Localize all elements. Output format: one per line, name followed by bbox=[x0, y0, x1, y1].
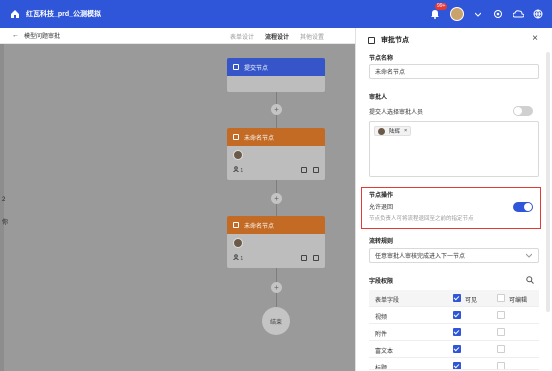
form-name: 模型问题审批 bbox=[24, 34, 61, 40]
delete-icon[interactable] bbox=[313, 167, 319, 173]
editable-checkbox[interactable] bbox=[497, 311, 505, 319]
designer-header: ← 模型问题审批 表单设计 流程设计 其他设置 bbox=[0, 28, 355, 44]
panel-scrollbar[interactable] bbox=[546, 52, 550, 312]
add-node-button[interactable]: + bbox=[271, 282, 282, 293]
settings-icon[interactable] bbox=[492, 8, 504, 20]
panel-title: 审批节点 bbox=[381, 37, 409, 44]
document-icon bbox=[233, 64, 239, 70]
allow-return-hint: 节点负责人可将流程退回至之前的指定节点 bbox=[369, 216, 474, 222]
flow-rule-label: 流转规则 bbox=[369, 239, 394, 245]
delete-icon[interactable] bbox=[313, 255, 319, 261]
user-icon bbox=[233, 166, 239, 173]
approver-count: 1 bbox=[233, 254, 243, 262]
tab-form-design[interactable]: 表单设计 bbox=[230, 32, 254, 41]
top-bar: 红瓦科技_prd_公测模拟 99+ bbox=[0, 0, 552, 28]
editable-checkbox[interactable] bbox=[497, 362, 505, 369]
chevron-down-icon bbox=[525, 252, 533, 260]
approve-node-label: 未命名节点 bbox=[244, 223, 275, 230]
self-select-label: 提交人选择审批人员 bbox=[369, 110, 424, 116]
copy-icon[interactable] bbox=[301, 255, 307, 261]
flow-canvas: 2 你 bbox=[0, 44, 355, 371]
allow-return-label: 允许退回 bbox=[369, 205, 394, 211]
field-name: 标题 bbox=[375, 366, 388, 370]
user-icon bbox=[233, 254, 239, 261]
visible-checkbox[interactable] bbox=[453, 328, 461, 336]
editable-checkbox[interactable] bbox=[497, 345, 505, 353]
flow-rule-value: 任意审批人审核完成进入下一节点 bbox=[375, 254, 466, 260]
approval-icon bbox=[233, 222, 239, 228]
side-text: 你 bbox=[2, 220, 9, 226]
approver-count: 1 bbox=[233, 166, 243, 174]
copy-icon[interactable] bbox=[301, 167, 307, 173]
remove-chip-icon[interactable]: × bbox=[404, 128, 407, 134]
tab-other-settings[interactable]: 其他设置 bbox=[300, 32, 324, 41]
search-icon[interactable] bbox=[526, 276, 534, 286]
approve-node[interactable]: 未命名节点 1 bbox=[227, 216, 325, 268]
approver-name: 陆辉 bbox=[389, 129, 401, 135]
approve-node[interactable]: 未命名节点 1 bbox=[227, 128, 325, 180]
approver-count-value: 1 bbox=[240, 168, 244, 174]
add-node-button[interactable]: + bbox=[271, 104, 282, 115]
chevron-down-icon[interactable] bbox=[472, 8, 484, 20]
table-row: 富文本 bbox=[369, 341, 539, 358]
close-icon[interactable]: × bbox=[532, 33, 538, 44]
start-node-label: 提交节点 bbox=[244, 65, 269, 72]
visible-checkbox[interactable] bbox=[453, 345, 461, 353]
field-name: 视频 bbox=[375, 315, 388, 321]
start-node[interactable]: 提交节点 bbox=[227, 58, 325, 92]
notification-button[interactable]: 99+ bbox=[428, 3, 448, 21]
side-text: 2 bbox=[2, 197, 6, 203]
approval-icon bbox=[233, 134, 239, 140]
bell-icon bbox=[431, 10, 439, 19]
tab-flow-design[interactable]: 流程设计 bbox=[265, 32, 289, 41]
approver-avatar bbox=[233, 238, 243, 248]
table-row: 标题 bbox=[369, 358, 539, 370]
field-name: 富文本 bbox=[375, 349, 394, 355]
canvas-edge bbox=[0, 44, 4, 371]
field-permission-table: 表单字段 可见 可编辑 视频 附件 富文本 标题 bbox=[369, 290, 539, 370]
lock-icon bbox=[368, 36, 375, 44]
visible-checkbox[interactable] bbox=[453, 311, 461, 319]
table-row: 视频 bbox=[369, 307, 539, 324]
visible-checkbox[interactable] bbox=[453, 362, 461, 369]
column-header: 可见 bbox=[465, 298, 478, 304]
translate-icon[interactable] bbox=[532, 8, 544, 20]
table-row: 附件 bbox=[369, 324, 539, 341]
allow-return-toggle[interactable] bbox=[513, 202, 533, 212]
node-ops-label: 节点操作 bbox=[369, 193, 394, 199]
home-icon[interactable] bbox=[8, 7, 22, 21]
back-arrow-icon[interactable]: ← bbox=[12, 32, 19, 39]
select-all-editable-checkbox[interactable] bbox=[497, 294, 505, 302]
approve-node-label: 未命名节点 bbox=[244, 135, 275, 142]
user-avatar[interactable] bbox=[450, 7, 464, 21]
flow-rule-select[interactable]: 任意审批人审核完成进入下一节点 bbox=[369, 248, 539, 263]
approver-avatar bbox=[233, 150, 243, 160]
end-node: 结束 bbox=[262, 307, 290, 335]
field-perm-label: 字段权限 bbox=[369, 279, 394, 285]
app-title: 红瓦科技_prd_公测模拟 bbox=[26, 11, 102, 18]
designer-tabs: 表单设计 流程设计 其他设置 bbox=[230, 28, 324, 44]
self-select-toggle[interactable] bbox=[513, 106, 533, 116]
approver-avatar bbox=[378, 127, 385, 135]
table-header: 表单字段 可见 可编辑 bbox=[369, 290, 539, 307]
column-header: 表单字段 bbox=[375, 298, 400, 304]
notification-badge: 99+ bbox=[435, 3, 448, 10]
field-name: 附件 bbox=[375, 332, 388, 338]
approver-chip: 陆辉 × bbox=[374, 126, 412, 136]
column-header: 可编辑 bbox=[509, 298, 528, 304]
node-name-input[interactable]: 未命名节点 bbox=[369, 64, 539, 79]
upload-cloud-icon[interactable] bbox=[512, 8, 524, 20]
add-node-button[interactable]: + bbox=[271, 193, 282, 204]
approver-count-value: 1 bbox=[240, 256, 244, 262]
editable-checkbox[interactable] bbox=[497, 328, 505, 336]
select-all-visible-checkbox[interactable] bbox=[453, 294, 461, 302]
approver-label: 审批人 bbox=[369, 95, 388, 101]
node-name-label: 节点名称 bbox=[369, 56, 394, 62]
